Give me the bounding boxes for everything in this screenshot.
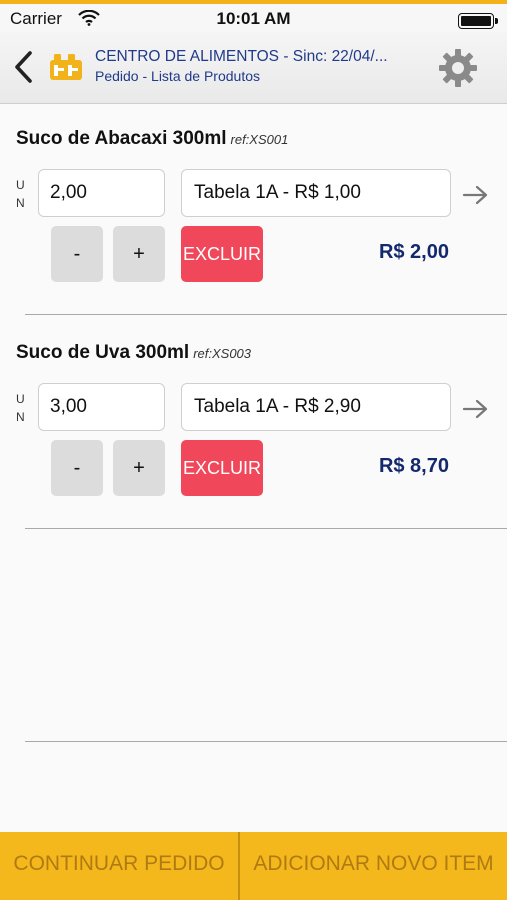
order-item: Suco de Uva 300ml ref:XS003 UN 3,00 Tabel… xyxy=(0,342,507,554)
product-name: Suco de Uva 300ml ref:XS003 xyxy=(16,342,252,363)
quantity-input[interactable]: 2,00 xyxy=(38,169,165,217)
list-end-divider xyxy=(25,741,507,742)
battery-tip xyxy=(495,18,498,24)
price-table-select[interactable]: Tabela 1A - R$ 2,90 xyxy=(181,383,451,431)
status-time: 10:01 AM xyxy=(216,9,291,28)
arrow-right-icon[interactable] xyxy=(462,398,490,420)
quantity-input[interactable]: 3,00 xyxy=(38,383,165,431)
decrement-button[interactable]: - xyxy=(51,226,103,282)
unit-label: UN xyxy=(16,178,25,210)
arrow-right-icon[interactable] xyxy=(462,184,490,206)
gear-icon[interactable] xyxy=(436,46,480,90)
back-chevron-icon[interactable] xyxy=(8,49,38,85)
app-logo-icon xyxy=(50,54,82,80)
order-item: Suco de Abacaxi 300ml ref:XS001 UN 2,00 T… xyxy=(0,128,507,340)
page-subtitle: Pedido - Lista de Produtos xyxy=(95,68,260,84)
product-name: Suco de Abacaxi 300ml ref:XS001 xyxy=(16,128,289,149)
product-ref: ref:XS003 xyxy=(193,346,252,361)
increment-button[interactable]: + xyxy=(113,440,165,496)
decrement-button[interactable]: - xyxy=(51,440,103,496)
price-table-select[interactable]: Tabela 1A - R$ 1,00 xyxy=(181,169,451,217)
bottom-action-bar: CONTINUAR PEDIDO ADICIONAR NOVO ITEM xyxy=(0,832,507,900)
unit-label: UN xyxy=(16,392,25,424)
item-divider xyxy=(25,314,507,315)
battery-icon xyxy=(458,13,494,29)
increment-button[interactable]: + xyxy=(113,226,165,282)
item-total: R$ 8,70 xyxy=(378,455,449,477)
add-new-item-button[interactable]: ADICIONAR NOVO ITEM xyxy=(240,832,507,900)
status-bar: Carrier 10:01 AM xyxy=(0,4,507,32)
item-total: R$ 2,00 xyxy=(378,241,449,263)
page-title: CENTRO DE ALIMENTOS - Sinc: 22/04/... xyxy=(95,48,388,65)
product-ref: ref:XS001 xyxy=(230,132,289,147)
navigation-bar: CENTRO DE ALIMENTOS - Sinc: 22/04/... Pe… xyxy=(0,32,507,104)
continue-order-button[interactable]: CONTINUAR PEDIDO xyxy=(0,832,238,900)
delete-button[interactable]: EXCLUIR xyxy=(181,440,263,496)
item-divider xyxy=(25,528,507,529)
delete-button[interactable]: EXCLUIR xyxy=(181,226,263,282)
